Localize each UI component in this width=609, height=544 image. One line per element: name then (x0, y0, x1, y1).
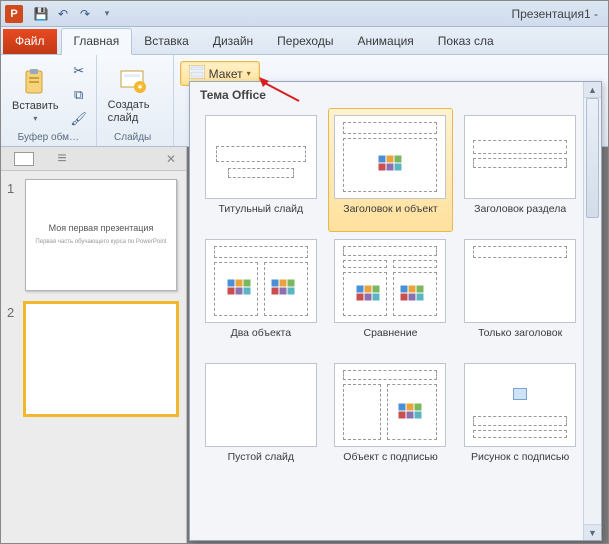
tab-insert[interactable]: Вставка (132, 29, 201, 54)
redo-icon[interactable]: ↷ (75, 4, 95, 24)
gallery-scrollbar[interactable]: ▲ ▼ (583, 82, 601, 540)
new-slide-label: Создать слайд (108, 99, 158, 123)
undo-icon[interactable]: ↶ (53, 4, 73, 24)
slide-thumbnail-1[interactable]: Моя первая презентация Первая часть обуч… (25, 179, 177, 291)
tab-home[interactable]: Главная (61, 28, 133, 55)
ribbon-tabs: Файл Главная Вставка Дизайн Переходы Ани… (1, 27, 608, 55)
thumb-title: Моя первая презентация (49, 223, 154, 233)
scroll-up-icon[interactable]: ▲ (584, 82, 601, 98)
slide-number: 1 (7, 179, 19, 291)
scroll-thumb[interactable] (586, 98, 599, 218)
layout-item-title-only[interactable]: Только заголовок (457, 232, 583, 356)
paste-label: Вставить (12, 100, 59, 112)
chevron-down-icon: ▾ (247, 69, 251, 78)
scroll-down-icon[interactable]: ▼ (584, 524, 601, 540)
tab-animations[interactable]: Анимация (345, 29, 425, 54)
thumbnails-tab[interactable] (11, 151, 37, 167)
quick-access-toolbar: P 💾 ↶ ↷ ▾ (5, 4, 117, 24)
gallery-header: Тема Office (190, 82, 601, 106)
panel-tabs: ≡ ✕ (1, 147, 186, 171)
outline-tab[interactable]: ≡ (49, 151, 75, 167)
slide-number: 2 (7, 303, 19, 415)
layout-gallery-popup: Тема Office Титульный слайд Заголовок и … (189, 81, 602, 541)
paste-button[interactable]: Вставить ▾ (7, 63, 64, 126)
close-panel-icon[interactable]: ✕ (166, 152, 176, 166)
layout-item-title-slide[interactable]: Титульный слайд (198, 108, 324, 232)
thumbnail-row: 2 (7, 303, 180, 415)
layout-item-blank[interactable]: Пустой слайд (198, 356, 324, 480)
layout-gallery-grid: Титульный слайд Заголовок и объект Загол… (190, 106, 601, 540)
svg-text:✶: ✶ (136, 82, 144, 92)
slide-thumbnail-panel: ≡ ✕ 1 Моя первая презентация Первая част… (1, 147, 187, 543)
tab-file[interactable]: Файл (3, 29, 57, 54)
qat-more-icon[interactable]: ▾ (97, 4, 117, 24)
powerpoint-logo-icon: P (5, 5, 23, 23)
slide-thumbnail-2[interactable] (25, 303, 177, 415)
new-slide-icon: ✶ (117, 65, 149, 97)
layout-item-content-with-caption[interactable]: Объект с подписью (328, 356, 454, 480)
tab-slideshow[interactable]: Показ сла (426, 29, 506, 54)
thumbnail-row: 1 Моя первая презентация Первая часть об… (7, 179, 180, 291)
document-title: Презентация1 - (512, 7, 605, 21)
layout-item-title-and-content[interactable]: Заголовок и объект (328, 108, 454, 232)
layout-item-section-header[interactable]: Заголовок раздела (457, 108, 583, 232)
layout-item-picture-with-caption[interactable]: Рисунок с подписью (457, 356, 583, 480)
thumb-subtitle: Первая часть обучающего курса по PowerPo… (35, 239, 166, 246)
cut-icon[interactable]: ✂ (68, 60, 90, 82)
layout-item-comparison[interactable]: Сравнение (328, 232, 454, 356)
group-clipboard-label: Буфер обм… (18, 130, 79, 144)
clipboard-icon (19, 66, 51, 98)
group-clipboard: Вставить ▾ ✂ ⧉ 🖌 Буфер обм… (1, 55, 97, 146)
save-icon[interactable]: 💾 (31, 4, 51, 24)
title-bar: P 💾 ↶ ↷ ▾ Презентация1 - (1, 1, 608, 27)
group-slides: ✶ Создать слайд Слайды (97, 55, 174, 146)
copy-icon[interactable]: ⧉ (68, 84, 90, 106)
tab-design[interactable]: Дизайн (201, 29, 265, 54)
layout-label: Макет (209, 67, 243, 81)
group-slides-label: Слайды (114, 130, 151, 144)
tab-transitions[interactable]: Переходы (265, 29, 345, 54)
thumbnail-list: 1 Моя первая презентация Первая часть об… (1, 171, 186, 543)
format-painter-icon[interactable]: 🖌 (68, 108, 90, 130)
layout-icon (189, 65, 205, 82)
new-slide-button[interactable]: ✶ Создать слайд (103, 62, 163, 126)
layout-item-two-content[interactable]: Два объекта (198, 232, 324, 356)
